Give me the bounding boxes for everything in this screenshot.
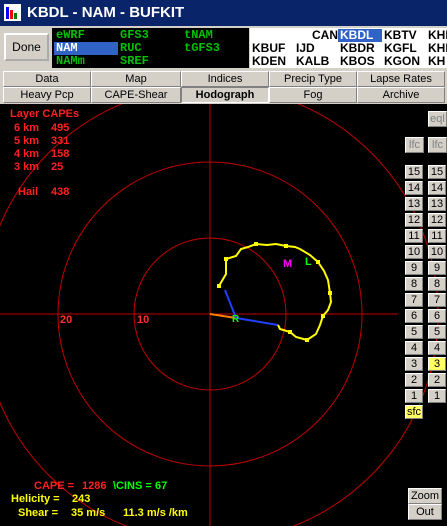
helicity-value: 243 — [72, 493, 91, 505]
left-mover-marker: L — [305, 256, 312, 268]
level-left-button[interactable]: 14 — [405, 181, 423, 195]
hodograph-point — [305, 338, 309, 342]
station-item[interactable]: KBOS — [338, 55, 377, 68]
level-left-button[interactable]: 13 — [405, 197, 423, 211]
hodograph-point — [224, 257, 228, 261]
zoom-button[interactable]: Zoom — [408, 488, 442, 504]
model-item[interactable]: tGFS3 — [182, 42, 222, 55]
eql-button[interactable]: eql — [428, 111, 447, 127]
cape-layer-value: 25 — [51, 161, 64, 173]
shear-vector-right — [235, 317, 279, 326]
level-left-button[interactable]: 12 — [405, 213, 423, 227]
tab-precip-type[interactable]: Precip Type — [269, 71, 357, 87]
tab-archive[interactable]: Archive — [357, 87, 445, 103]
cins-label: \CINS = — [113, 480, 152, 492]
tab-cape-shear[interactable]: CAPE-Shear — [91, 87, 181, 103]
model-item[interactable]: SREF — [118, 55, 151, 68]
cape-layer-value: 158 — [51, 148, 70, 160]
level-right-button[interactable]: 2 — [428, 373, 446, 387]
hail-value: 438 — [51, 186, 70, 198]
level-right-button[interactable]: 13 — [428, 197, 446, 211]
level-right-button[interactable]: 1 — [428, 389, 446, 403]
hodograph-point — [328, 291, 332, 295]
tab-fog[interactable]: Fog — [269, 87, 357, 103]
storm-motion-marker: M — [283, 258, 293, 270]
level-left-button[interactable]: 11 — [405, 229, 423, 243]
station-item[interactable]: KGON — [382, 55, 422, 68]
level-right-button[interactable]: 8 — [428, 277, 446, 291]
title-bar: KBDL - NAM - BUFKIT — [0, 0, 447, 26]
station-item[interactable]: KALB — [294, 55, 331, 68]
hodograph-point — [284, 244, 288, 248]
model-item[interactable]: NAMm — [54, 55, 87, 68]
helicity-label: Helicity = — [11, 493, 60, 505]
app-icon — [4, 4, 21, 21]
ring-label-10: 10 — [137, 314, 150, 326]
cins-value: 67 — [155, 480, 168, 492]
cape-layer-label: 4 km — [14, 148, 40, 160]
level-left-button[interactable]: 9 — [405, 261, 423, 275]
cape-value: 1286 — [82, 480, 107, 492]
hodograph-panel: 20 10 M L R Layer CAPEs 6 km 495 5 km 33… — [0, 104, 447, 526]
level-right-button[interactable]: 6 — [428, 309, 446, 323]
cape-layer-label: 5 km — [14, 135, 40, 147]
lfc-left-button[interactable]: lfc — [405, 137, 424, 153]
right-mover-marker: R — [232, 314, 240, 325]
hodograph-point — [288, 330, 292, 334]
lfc-right-button[interactable]: lfc — [428, 137, 447, 153]
cape-layer-label: 6 km — [14, 122, 40, 134]
cape-layer-value: 331 — [51, 135, 70, 147]
cape-layer-value: 495 — [51, 122, 70, 134]
level-left-button[interactable]: 6 — [405, 309, 423, 323]
level-left-button[interactable]: 15 — [405, 165, 423, 179]
hail-label: Hail — [18, 186, 39, 198]
window-title: KBDL - NAM - BUFKIT — [27, 4, 185, 21]
level-left-button[interactable]: 4 — [405, 341, 423, 355]
layer-capes-title: Layer CAPEs — [10, 108, 80, 120]
hodograph-trace — [218, 242, 333, 342]
tab-hodograph[interactable]: Hodograph — [181, 87, 269, 103]
level-right-button[interactable]: 9 — [428, 261, 446, 275]
station-list[interactable]: CAN KBDL KBTV KHI KBUF IJD KBDR KGFL KHI… — [250, 28, 447, 68]
level-right-button[interactable]: 5 — [428, 325, 446, 339]
done-button[interactable]: Done — [4, 33, 49, 61]
zoom-out-button[interactable]: Out — [408, 504, 442, 520]
level-left-button[interactable]: 1 — [405, 389, 423, 403]
shear-value: 35 m/s — [71, 507, 106, 519]
tab-heavy-pcp[interactable]: Heavy Pcp — [3, 87, 91, 103]
level-right-button[interactable]: 7 — [428, 293, 446, 307]
level-left-button[interactable]: 2 — [405, 373, 423, 387]
level-left-button[interactable]: 7 — [405, 293, 423, 307]
level-left-button[interactable]: 8 — [405, 277, 423, 291]
cape-layer-label: 3 km — [14, 161, 40, 173]
tab-map[interactable]: Map — [91, 71, 181, 87]
level-left-button[interactable]: 3 — [405, 357, 423, 371]
level-right-button[interactable]: 14 — [428, 181, 446, 195]
cape-label: CAPE = — [34, 480, 75, 492]
ring-label-20: 20 — [60, 314, 73, 326]
level-left-button[interactable]: 10 — [405, 245, 423, 259]
sfc-button[interactable]: sfc — [405, 405, 423, 419]
tab-data[interactable]: Data — [3, 71, 91, 87]
hodograph-point — [321, 314, 325, 318]
level-left-button[interactable]: 5 — [405, 325, 423, 339]
view-tabs: Data Map Indices Precip Type Lapse Rates… — [0, 70, 447, 104]
hodograph-point — [254, 242, 258, 246]
station-item[interactable]: KH — [426, 55, 447, 68]
level-right-button[interactable]: 11 — [428, 229, 446, 243]
level-right-button[interactable]: 4 — [428, 341, 446, 355]
station-item[interactable]: KDEN — [250, 55, 288, 68]
hodograph-point — [316, 260, 320, 264]
shear-label: Shear = — [18, 507, 59, 519]
level-right-button-selected[interactable]: 3 — [428, 357, 446, 371]
tab-indices[interactable]: Indices — [181, 71, 269, 87]
model-list[interactable]: eWRF GFS3 tNAM NAM RUC tGFS3 NAMm SREF — [52, 28, 249, 68]
level-right-button[interactable]: 12 — [428, 213, 446, 227]
tab-lapse-rates[interactable]: Lapse Rates — [357, 71, 445, 87]
level-right-button[interactable]: 10 — [428, 245, 446, 259]
shear-rate: 11.3 m/s /km — [123, 507, 188, 519]
hodograph-point — [217, 284, 221, 288]
level-right-button[interactable]: 15 — [428, 165, 446, 179]
